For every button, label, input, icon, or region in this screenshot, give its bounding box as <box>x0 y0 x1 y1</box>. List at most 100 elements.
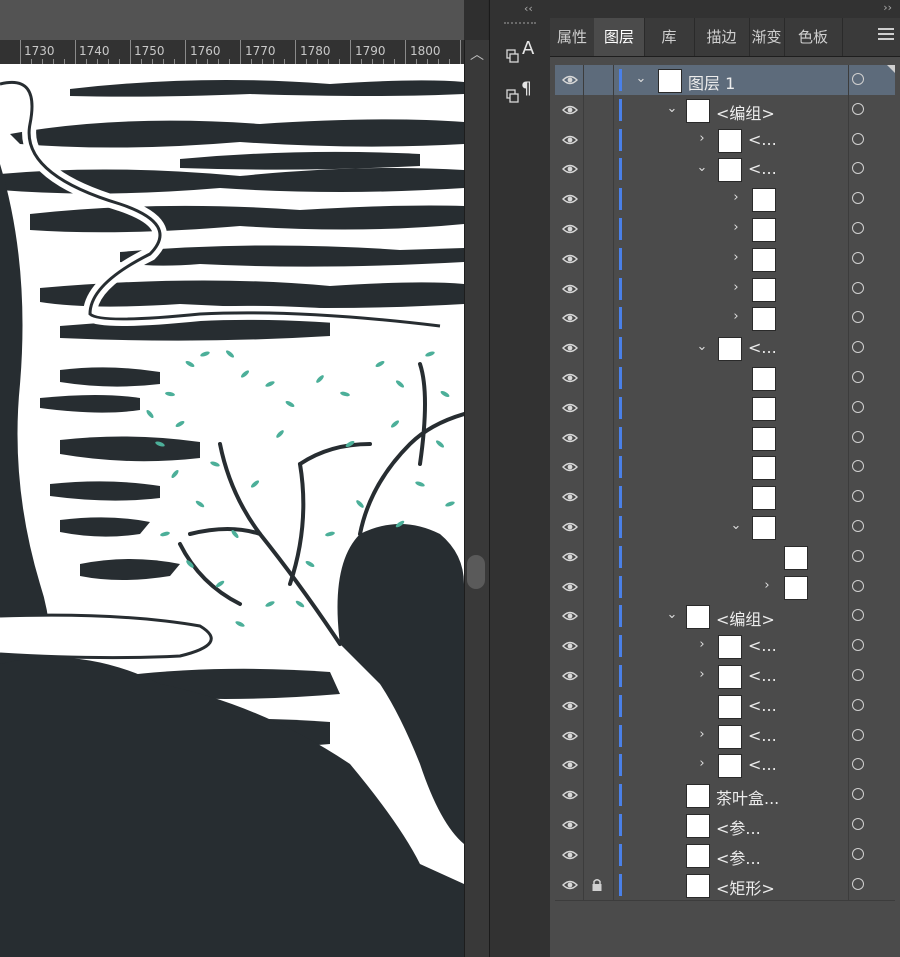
visibility-eye-icon[interactable] <box>557 65 584 95</box>
visibility-eye-icon[interactable] <box>557 780 584 811</box>
lock-toggle[interactable] <box>583 303 614 334</box>
layer-row[interactable]: <参... <box>555 839 895 871</box>
visibility-eye-icon[interactable] <box>557 363 584 393</box>
layer-row[interactable]: <参... <box>555 810 895 841</box>
target-circle-icon[interactable] <box>852 490 864 503</box>
target-circle-icon[interactable] <box>852 251 864 264</box>
vertical-scrollbar[interactable]: ︿ <box>464 40 489 957</box>
target-circle-icon[interactable] <box>852 549 864 562</box>
layer-row[interactable]: › <... <box>555 720 895 752</box>
lock-toggle[interactable] <box>583 333 614 364</box>
layer-row[interactable] <box>555 422 895 454</box>
layer-row[interactable] <box>555 482 895 514</box>
expand-icon[interactable]: ›› <box>883 1 892 14</box>
visibility-eye-icon[interactable] <box>557 690 584 721</box>
lock-toggle[interactable] <box>583 780 614 811</box>
chevron-down-icon[interactable]: ⌄ <box>635 72 647 86</box>
target-circle-icon[interactable] <box>852 102 864 115</box>
visibility-eye-icon[interactable] <box>557 422 584 453</box>
visibility-eye-icon[interactable] <box>557 661 584 691</box>
visibility-eye-icon[interactable] <box>557 184 584 215</box>
horizontal-ruler[interactable]: 1730 1740 1750 1760 1770 1780 1790 1800 <box>0 40 505 65</box>
target-circle-icon[interactable] <box>852 579 864 592</box>
visibility-eye-icon[interactable] <box>557 214 584 244</box>
layer-row[interactable] <box>555 363 895 394</box>
tab-properties[interactable]: 属性 <box>550 18 595 56</box>
chevron-right-icon[interactable]: › <box>696 668 708 682</box>
drag-grip[interactable] <box>504 22 536 28</box>
tab-layers[interactable]: 图层 <box>594 18 645 56</box>
lock-toggle[interactable] <box>583 601 614 632</box>
scroll-up-icon[interactable]: ︿ <box>465 44 489 63</box>
layer-row[interactable]: 茶叶盒... <box>555 780 895 812</box>
layer-row[interactable]: ⌄ <编组> <box>555 94 895 126</box>
target-circle-icon[interactable] <box>852 371 864 383</box>
lock-toggle[interactable] <box>583 154 614 185</box>
visibility-eye-icon[interactable] <box>557 512 584 542</box>
chevron-down-icon[interactable]: ⌄ <box>696 340 708 354</box>
artboard[interactable] <box>0 64 464 957</box>
visibility-eye-icon[interactable] <box>557 541 584 572</box>
tab-swatches[interactable]: 色板 <box>784 18 843 56</box>
target-circle-icon[interactable] <box>852 728 864 741</box>
layer-row[interactable]: <矩形> <box>555 869 895 901</box>
lock-toggle[interactable] <box>583 184 614 215</box>
target-circle-icon[interactable] <box>852 818 864 830</box>
layer-row[interactable]: ⌄ <box>555 512 895 543</box>
visibility-eye-icon[interactable] <box>557 810 584 840</box>
chevron-down-icon[interactable]: ⌄ <box>696 161 708 175</box>
chevron-down-icon[interactable]: ⌄ <box>730 519 742 533</box>
visibility-eye-icon[interactable] <box>557 94 584 125</box>
target-circle-icon[interactable] <box>852 311 864 324</box>
lock-toggle[interactable] <box>583 452 614 483</box>
visibility-eye-icon[interactable] <box>557 750 584 781</box>
target-circle-icon[interactable] <box>852 609 864 622</box>
scroll-thumb[interactable] <box>467 555 485 589</box>
lock-toggle[interactable] <box>583 869 614 900</box>
lock-toggle[interactable] <box>583 482 614 513</box>
visibility-eye-icon[interactable] <box>557 869 584 900</box>
target-circle-icon[interactable] <box>852 162 864 175</box>
lock-toggle[interactable] <box>583 661 614 691</box>
lock-toggle[interactable] <box>583 839 614 870</box>
layer-row[interactable]: ⌄ 图层 1 <box>555 65 895 96</box>
target-circle-icon[interactable] <box>852 669 864 681</box>
visibility-eye-icon[interactable] <box>557 571 584 602</box>
visibility-eye-icon[interactable] <box>557 273 584 304</box>
lock-toggle[interactable] <box>583 720 614 751</box>
visibility-eye-icon[interactable] <box>557 631 584 662</box>
target-circle-icon[interactable] <box>852 192 864 205</box>
layer-row[interactable]: › <box>555 571 895 603</box>
visibility-eye-icon[interactable] <box>557 333 584 364</box>
lock-toggle[interactable] <box>583 690 614 721</box>
lock-toggle[interactable] <box>583 512 614 542</box>
lock-toggle[interactable] <box>583 631 614 662</box>
target-circle-icon[interactable] <box>852 341 864 354</box>
tab-libraries[interactable]: 库 <box>644 18 695 56</box>
layer-row[interactable]: › <... <box>555 750 895 782</box>
chevron-right-icon[interactable]: › <box>696 131 708 146</box>
lock-toggle[interactable] <box>583 243 614 274</box>
layer-row[interactable] <box>555 541 895 573</box>
lock-toggle[interactable] <box>583 124 614 155</box>
lock-toggle[interactable] <box>583 94 614 125</box>
visibility-eye-icon[interactable] <box>557 243 584 274</box>
layer-row[interactable]: › <... <box>555 661 895 692</box>
layer-row[interactable]: › <box>555 273 895 305</box>
layer-row[interactable]: › <... <box>555 124 895 156</box>
visibility-eye-icon[interactable] <box>557 392 584 423</box>
layer-row[interactable]: › <box>555 184 895 216</box>
lock-toggle[interactable] <box>583 750 614 781</box>
visibility-eye-icon[interactable] <box>557 452 584 483</box>
layer-row[interactable]: › <box>555 243 895 275</box>
visibility-eye-icon[interactable] <box>557 839 584 870</box>
lock-toggle[interactable] <box>583 810 614 840</box>
visibility-eye-icon[interactable] <box>557 601 584 632</box>
chevron-right-icon[interactable]: › <box>730 250 742 265</box>
target-circle-icon[interactable] <box>852 847 864 860</box>
layer-row[interactable]: › <box>555 214 895 245</box>
visibility-eye-icon[interactable] <box>557 124 584 155</box>
layer-row[interactable]: ⌄ <... <box>555 154 895 186</box>
tab-gradient[interactable]: 渐变 <box>749 18 785 56</box>
layer-row[interactable]: <... <box>555 690 895 722</box>
